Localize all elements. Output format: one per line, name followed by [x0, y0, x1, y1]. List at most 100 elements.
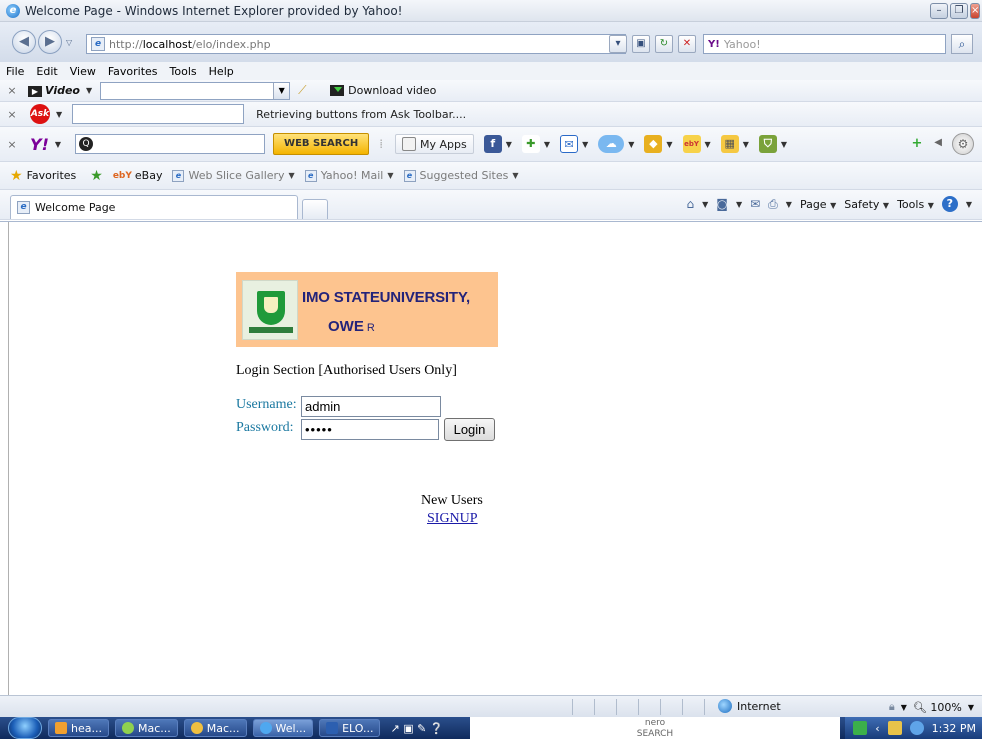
yahoo-logo-icon[interactable]: Y!: [30, 135, 49, 154]
read-mail-icon[interactable]: ✉: [750, 197, 760, 211]
ask-dropdown-icon[interactable]: ▼: [56, 110, 62, 119]
chevron-down-icon[interactable]: ▼: [743, 140, 749, 149]
add-button-icon[interactable]: +: [908, 136, 926, 152]
chevron-down-icon[interactable]: ▼: [781, 140, 787, 149]
favorite-suggested-sites[interactable]: e Suggested Sites ▼: [403, 169, 518, 182]
new-tab-button[interactable]: [302, 199, 328, 219]
games-icon[interactable]: ◆: [644, 135, 663, 153]
print-icon[interactable]: ⎙: [768, 197, 778, 212]
nero-search-box[interactable]: nero SEARCH: [470, 717, 840, 739]
favorite-ebay[interactable]: ebY eBay: [113, 169, 163, 182]
volume-icon[interactable]: [909, 721, 924, 735]
maximize-icon[interactable]: ❐: [950, 3, 968, 19]
clear-icon[interactable]: ⟋: [298, 83, 316, 99]
forward-button[interactable]: ▶: [38, 30, 62, 54]
weather-icon[interactable]: ☁: [598, 135, 625, 153]
username-field[interactable]: admin: [301, 396, 441, 417]
chevron-down-icon[interactable]: ▼: [736, 200, 742, 209]
chevron-down-icon[interactable]: ▼: [966, 200, 972, 209]
taskbar-item-4[interactable]: Wel...: [252, 719, 314, 737]
refresh-icon[interactable]: ↻: [655, 35, 673, 53]
menu-file[interactable]: File: [6, 65, 24, 78]
video-search-input[interactable]: ▼: [100, 81, 291, 100]
favorites-button[interactable]: Favorites: [27, 169, 77, 182]
chevron-down-icon[interactable]: ▼: [628, 140, 634, 149]
yahoo-search-input[interactable]: Q: [75, 134, 266, 154]
ebay-icon[interactable]: ebY: [682, 135, 701, 153]
page-menu[interactable]: Page ▼: [800, 198, 836, 211]
shield-icon[interactable]: ⛉: [758, 135, 777, 153]
menu-bar: File Edit View Favorites Tools Help: [0, 62, 982, 80]
chevron-down-icon[interactable]: ▼: [901, 703, 907, 712]
video-menu-dropdown-icon[interactable]: ▼: [86, 86, 92, 95]
mail-icon[interactable]: ✉: [560, 135, 579, 153]
quick-launch-icons[interactable]: ↗ ▣ ✎ ❔: [390, 722, 443, 735]
system-tray: ‹ 1:32 PM: [845, 717, 982, 739]
chevron-down-icon[interactable]: ▼: [544, 140, 550, 149]
chevron-down-icon[interactable]: ▼: [702, 200, 708, 209]
menu-tools[interactable]: Tools: [170, 65, 197, 78]
zoom-dropdown-icon[interactable]: ▼: [968, 703, 974, 712]
close-icon[interactable]: ×: [970, 3, 980, 19]
search-go-icon[interactable]: ⌕: [951, 34, 973, 54]
chevron-down-icon[interactable]: ▼: [786, 200, 792, 209]
stop-icon[interactable]: ✕: [678, 35, 696, 53]
menu-edit[interactable]: Edit: [36, 65, 57, 78]
ask-search-input[interactable]: [72, 104, 245, 124]
password-field[interactable]: •••••: [301, 419, 439, 440]
chevron-down-icon[interactable]: ▼: [273, 82, 290, 99]
network-icon[interactable]: [887, 721, 902, 735]
chevron-down-icon[interactable]: ▼: [506, 140, 512, 149]
back-button[interactable]: ◀: [12, 30, 36, 54]
favorite-web-slice-gallery[interactable]: e Web Slice Gallery ▼: [172, 169, 295, 182]
chevron-down-icon[interactable]: ▼: [666, 140, 672, 149]
home-icon[interactable]: ⌂: [687, 197, 695, 211]
menu-view[interactable]: View: [70, 65, 96, 78]
chevron-left-icon[interactable]: ‹: [875, 722, 879, 735]
facebook-icon[interactable]: f: [483, 135, 502, 153]
recent-pages-dropdown-icon[interactable]: ▽: [66, 38, 72, 47]
tab-welcome-page[interactable]: e Welcome Page: [10, 195, 298, 219]
protected-mode-icon[interactable]: 🔒︎: [889, 700, 895, 714]
safety-menu[interactable]: Safety ▼: [844, 198, 889, 211]
close-toolbar-icon[interactable]: ×: [4, 108, 20, 121]
bookmarks-icon[interactable]: ✚: [521, 135, 540, 153]
feeds-icon[interactable]: ◙: [716, 197, 728, 211]
login-button[interactable]: Login: [444, 418, 495, 441]
add-favorite-icon[interactable]: ★: [90, 168, 103, 184]
taskbar-item-3[interactable]: Mac...: [183, 719, 247, 737]
taskbar-item-2[interactable]: Mac...: [114, 719, 178, 737]
zoom-level[interactable]: 🔍︎ 100%: [913, 701, 962, 714]
web-search-button[interactable]: WEB SEARCH: [273, 133, 370, 155]
taskbar-item-5[interactable]: ELO...: [319, 719, 381, 737]
clock[interactable]: 1:32 PM: [932, 722, 976, 735]
chevron-left-icon[interactable]: ◀: [934, 137, 942, 148]
gear-icon[interactable]: ⚙: [952, 133, 974, 155]
chevron-down-icon[interactable]: ▼: [705, 140, 711, 149]
compatibility-view-icon[interactable]: ▣: [632, 35, 650, 53]
security-zone[interactable]: Internet: [718, 699, 781, 713]
minimize-icon[interactable]: –: [930, 3, 948, 19]
ask-logo-icon[interactable]: Ask: [30, 104, 50, 124]
video-brand[interactable]: ▶ Video: [28, 84, 80, 97]
tray-app-icon[interactable]: [853, 721, 868, 735]
taskbar-item-1[interactable]: hea...: [48, 719, 109, 737]
yahoo-dropdown-icon[interactable]: ▼: [55, 140, 61, 149]
help-icon[interactable]: ?: [941, 196, 958, 212]
url-dropdown-icon[interactable]: ▾: [609, 35, 627, 53]
start-button[interactable]: [8, 717, 42, 739]
url-input[interactable]: e http://localhost/elo/index.php: [86, 34, 626, 54]
chevron-down-icon[interactable]: ▼: [582, 140, 588, 149]
tools-menu[interactable]: Tools ▼: [897, 198, 934, 211]
favorite-yahoo-mail[interactable]: e Yahoo! Mail ▼: [304, 169, 394, 182]
download-video-button[interactable]: Download video: [330, 84, 436, 97]
my-apps-button[interactable]: My Apps: [395, 134, 474, 154]
signup-link[interactable]: SIGNUP: [427, 511, 478, 527]
menu-favorites[interactable]: Favorites: [108, 65, 158, 78]
close-toolbar-icon[interactable]: ×: [4, 138, 20, 151]
notes-icon[interactable]: ▦: [720, 135, 739, 153]
search-input[interactable]: Y! Yahoo!: [703, 34, 946, 54]
menu-help[interactable]: Help: [209, 65, 234, 78]
close-toolbar-icon[interactable]: ×: [4, 84, 20, 97]
yahoo-toolbar: × Y! ▼ Q WEB SEARCH ⁞ My Apps f ▼ ✚ ▼ ✉ ▼ ☁…: [0, 127, 982, 162]
